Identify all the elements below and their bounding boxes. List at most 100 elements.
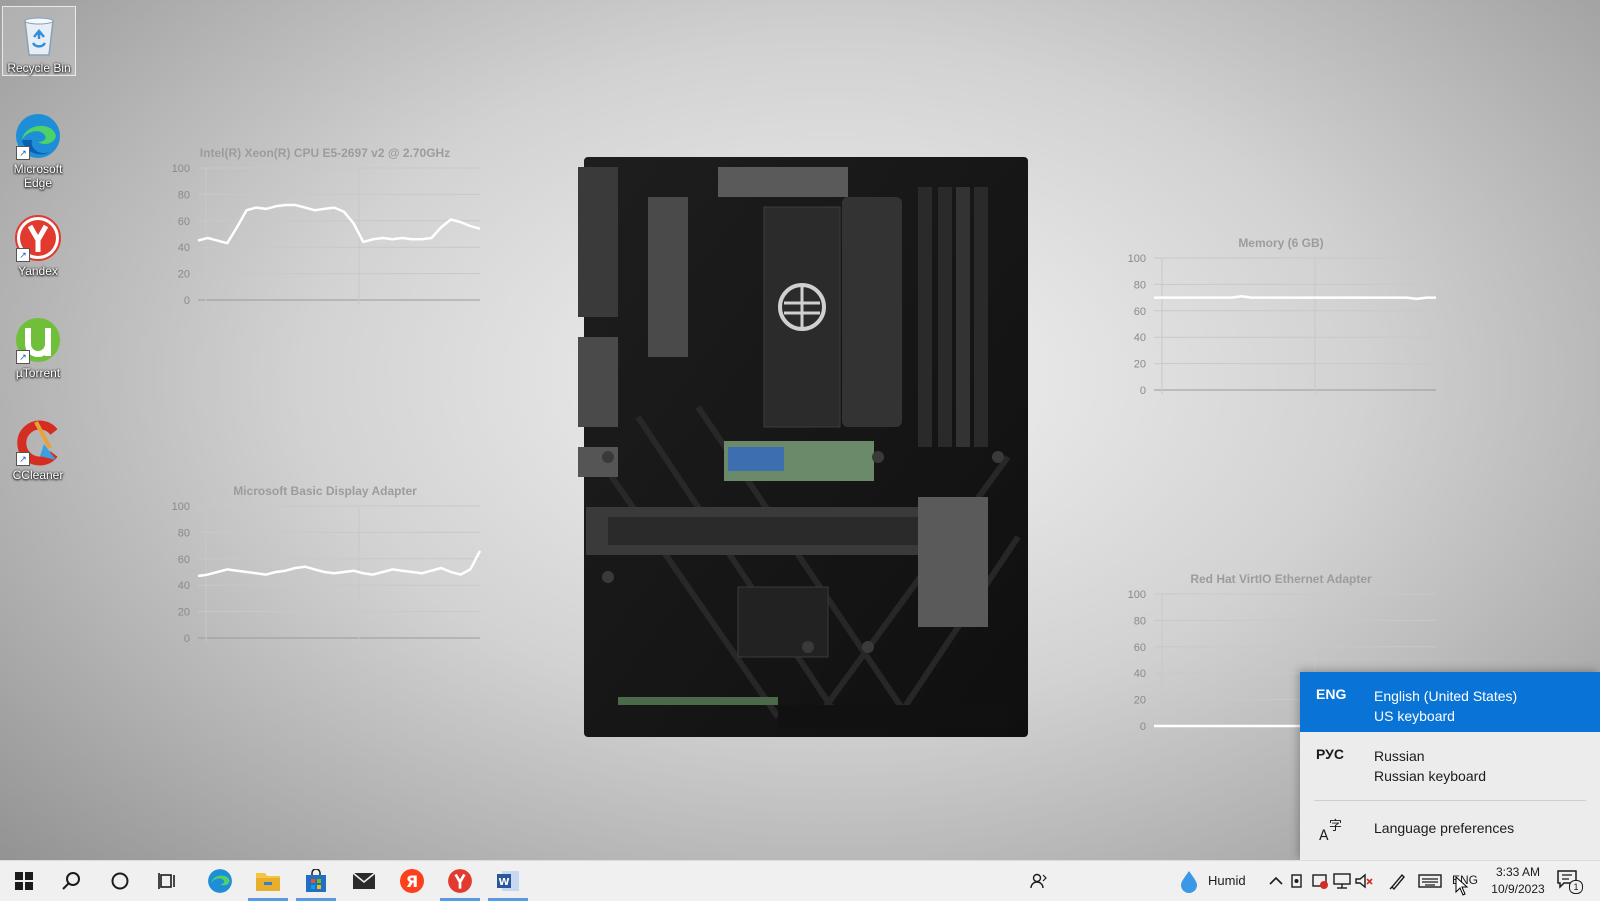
clock-date: 10/9/2023 — [1491, 882, 1545, 896]
usage-series-line — [1154, 295, 1436, 301]
language-option-russian[interactable]: РУС Russian Russian keyboard — [1300, 732, 1600, 792]
yandex-desktop-icon[interactable]: ↗ Yandex — [2, 210, 74, 278]
y-tick-label: 80 — [178, 527, 190, 539]
utorrent-desktop-icon[interactable]: ↗ µTorrent — [2, 312, 74, 380]
shortcut-arrow-icon: ↗ — [16, 146, 30, 160]
taskbar-mail-button[interactable] — [340, 861, 388, 901]
svg-text:A: A — [1319, 828, 1329, 842]
y-tick-label: 40 — [1134, 668, 1146, 680]
cortana-icon — [111, 872, 129, 890]
keyboard-layout-name: US keyboard — [1374, 708, 1455, 724]
task-view-icon — [158, 873, 175, 889]
desktop-icon-label: Yandex — [18, 264, 58, 278]
recycle-bin-icon — [15, 11, 63, 59]
language-code: РУС — [1316, 746, 1344, 762]
shortcut-arrow-icon: ↗ — [16, 452, 30, 466]
language-code: ENG — [1316, 686, 1347, 702]
search-icon — [62, 872, 80, 890]
usage-series-line — [197, 203, 481, 245]
y-tick-label: 80 — [178, 189, 190, 201]
microsoft-store-icon — [306, 869, 326, 892]
ccleaner-desktop-icon[interactable]: ↗ CCleaner — [2, 414, 74, 482]
language-name: English (United States) — [1374, 688, 1518, 704]
y-tick-label: 20 — [178, 607, 190, 619]
humidity-drop-icon[interactable] — [1178, 869, 1200, 893]
security-alert-icon[interactable] — [1310, 871, 1330, 891]
language-preferences-link[interactable]: A 字 Language preferences — [1300, 802, 1600, 858]
edge-desktop-icon[interactable]: ↗ Microsoft Edge — [2, 108, 74, 190]
memory-usage-widget: Memory (6 GB) 100 80 60 40 20 0 — [1120, 232, 1442, 402]
shortcut-arrow-icon: ↗ — [16, 350, 30, 364]
taskbar-yandex-browser-button[interactable] — [436, 861, 484, 901]
widget-title: Memory (6 GB) — [1238, 236, 1324, 250]
y-tick-label: 20 — [1134, 695, 1146, 707]
yandex-icon: Я — [400, 869, 424, 893]
memory-usage-chart: 100 80 60 40 20 0 — [1128, 253, 1436, 397]
volume-muted-icon[interactable] — [1354, 871, 1374, 891]
usage-series-line — [197, 550, 482, 578]
search-button[interactable] — [48, 861, 96, 901]
language-option-english[interactable]: ENG English (United States) US keyboard — [1300, 672, 1600, 732]
language-description: English (United States) US keyboard — [1374, 686, 1517, 726]
taskbar-edge-button[interactable] — [196, 861, 244, 901]
recycle-bin-desktop-icon[interactable]: Recycle Bin — [2, 6, 76, 76]
cortana-button[interactable] — [96, 861, 144, 901]
y-tick-label: 0 — [184, 633, 190, 645]
desktop-icon-label: Recycle Bin — [7, 61, 71, 75]
y-tick-label: 0 — [1140, 385, 1146, 397]
y-tick-label: 60 — [1134, 306, 1146, 318]
weather-label[interactable]: Humid — [1208, 873, 1246, 888]
taskbar-clock[interactable]: 3:33 AM 10/9/2023 — [1483, 864, 1553, 898]
action-center-button[interactable]: 1 — [1556, 869, 1583, 894]
y-tick-label: 80 — [1134, 615, 1146, 627]
mouse-cursor-icon — [1455, 876, 1469, 896]
y-tick-label: 40 — [178, 580, 190, 592]
language-preferences-icon: A 字 — [1319, 819, 1342, 842]
edge-icon — [208, 869, 232, 893]
y-tick-label: 100 — [1128, 253, 1146, 265]
y-tick-label: 0 — [184, 295, 190, 307]
utorrent-icon: ↗ — [14, 316, 62, 364]
taskbar-yandex-button[interactable]: Я — [388, 861, 436, 901]
y-tick-label: 60 — [178, 216, 190, 228]
keyboard-layout-name: Russian keyboard — [1374, 768, 1487, 784]
display-adapter-chart: 100 80 60 40 20 0 — [172, 501, 482, 645]
file-explorer-icon — [256, 873, 280, 891]
taskbar-word-button[interactable]: W — [484, 861, 532, 901]
y-tick-label: 60 — [1134, 642, 1146, 654]
taskbar: Я W Humid ENG 3:33 AM 10/9/2023 1 — [0, 860, 1600, 901]
display-adapter-widget: Microsoft Basic Display Adapter 100 80 60 4… — [164, 480, 486, 650]
pen-workspace-icon[interactable] — [1388, 871, 1408, 891]
widget-title: Red Hat VirtIO Ethernet Adapter — [1190, 572, 1372, 586]
svg-text:字: 字 — [1329, 819, 1342, 834]
widget-title: Intel(R) Xeon(R) CPU E5-2697 v2 @ 2.70GH… — [199, 146, 451, 160]
y-tick-label: 100 — [172, 501, 190, 513]
yandex-browser-icon: ↗ — [14, 214, 62, 262]
y-tick-label: 0 — [1140, 721, 1146, 733]
language-description: Russian Russian keyboard — [1374, 746, 1486, 786]
touch-keyboard-icon[interactable] — [1418, 871, 1442, 891]
notification-count-badge: 1 — [1569, 880, 1583, 894]
y-tick-label: 100 — [172, 163, 190, 175]
y-tick-label: 60 — [178, 554, 190, 566]
network-icon[interactable] — [1332, 871, 1352, 891]
shortcut-arrow-icon: ↗ — [16, 248, 30, 262]
ccleaner-icon: ↗ — [14, 418, 62, 466]
desktop-icon-label: µTorrent — [15, 366, 61, 380]
taskbar-store-button[interactable] — [292, 861, 340, 901]
y-tick-label: 40 — [178, 242, 190, 254]
meeting-icon[interactable] — [1288, 871, 1308, 891]
chevron-up-icon[interactable] — [1266, 871, 1286, 891]
motherboard-wallpaper-image — [578, 157, 1028, 737]
people-icon[interactable] — [1029, 871, 1049, 891]
taskbar-file-explorer-button[interactable] — [244, 861, 292, 901]
flyout-divider — [1314, 800, 1586, 801]
language-name: Russian — [1374, 748, 1425, 764]
y-tick-label: 20 — [178, 269, 190, 281]
widget-title: Microsoft Basic Display Adapter — [233, 484, 417, 498]
svg-text:W: W — [498, 877, 509, 888]
start-button[interactable] — [0, 861, 48, 901]
y-tick-label: 20 — [1134, 359, 1146, 371]
task-view-button[interactable] — [144, 861, 192, 901]
y-tick-label: 100 — [1128, 589, 1146, 601]
